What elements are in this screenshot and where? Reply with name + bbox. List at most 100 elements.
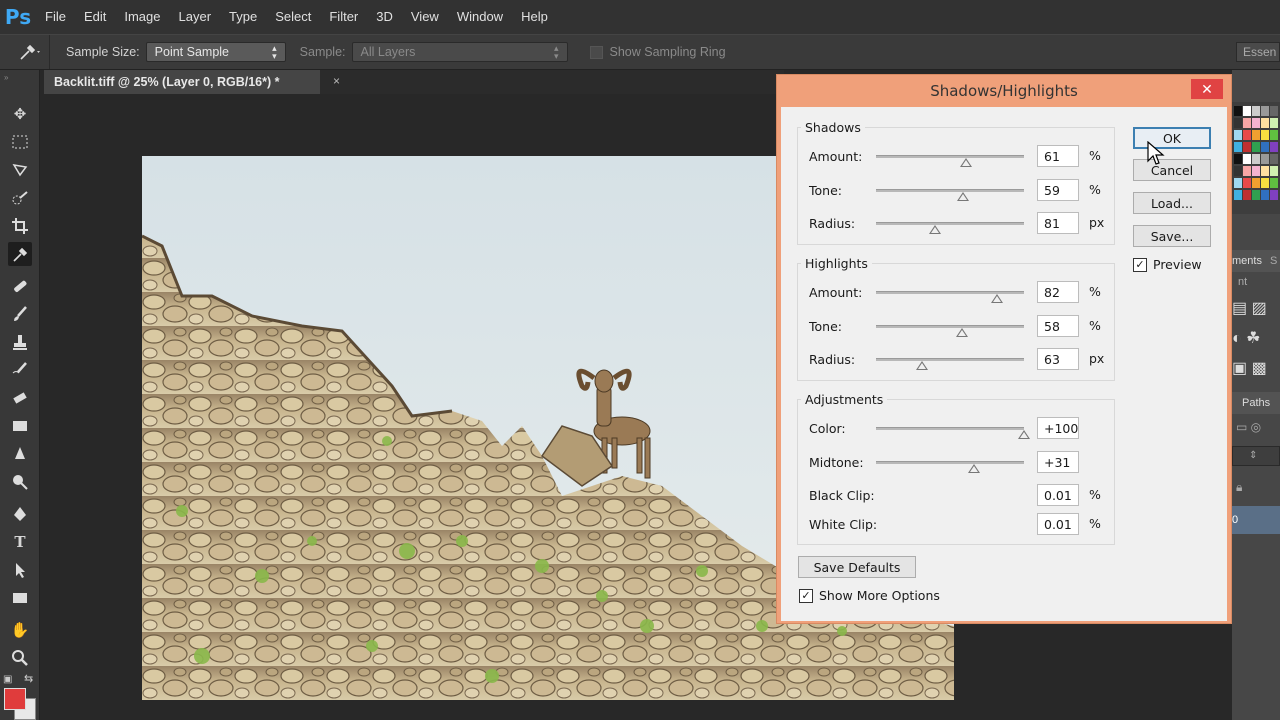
cancel-button[interactable]: Cancel (1133, 159, 1211, 181)
show-sampling-ring-checkbox[interactable] (589, 45, 603, 59)
slider-thumb[interactable] (960, 158, 973, 167)
menu-layer[interactable]: Layer (170, 0, 221, 34)
adjustments-tab-label: ments (1232, 255, 1262, 267)
menu-image[interactable]: Image (115, 0, 169, 34)
swap-colors-icon[interactable]: ⇆ (24, 672, 33, 685)
dodge-tool-icon[interactable] (8, 470, 32, 494)
marquee-tool-icon[interactable] (8, 130, 32, 154)
slider-thumb[interactable] (1018, 430, 1030, 439)
color-input[interactable]: +100 (1037, 417, 1079, 439)
layer-filter-icons[interactable]: ▭ ◎ (1236, 420, 1261, 434)
color-swatch (1270, 190, 1278, 200)
adjustment-icons-3[interactable]: ▣ ▩ (1232, 358, 1267, 378)
blur-tool-icon[interactable] (8, 442, 32, 466)
menu-filter[interactable]: Filter (320, 0, 367, 34)
lasso-tool-icon[interactable] (8, 158, 32, 182)
highlights-tone-input[interactable]: 58 (1037, 315, 1079, 337)
move-tool-icon[interactable]: ✥ (8, 102, 32, 126)
shadows-tone-input[interactable]: 59 (1037, 179, 1079, 201)
load-button[interactable]: Load... (1133, 192, 1211, 214)
show-more-options-checkbox[interactable]: ✓ (799, 588, 813, 603)
foreground-color-swatch[interactable] (4, 688, 26, 710)
slider-thumb[interactable] (967, 464, 980, 473)
rectangle-tool-icon[interactable] (8, 586, 32, 610)
collapse-toolbar-icon[interactable]: » (4, 73, 8, 82)
workspace-switcher[interactable]: Essen (1236, 42, 1280, 62)
show-more-options-control[interactable]: ✓ Show More Options (799, 588, 940, 603)
type-tool-icon[interactable]: T (8, 530, 32, 554)
highlights-radius-input[interactable]: 63 (1037, 348, 1079, 370)
slider-thumb[interactable] (915, 361, 928, 370)
shadows-group-title: Shadows (801, 120, 865, 135)
highlights-tone-slider[interactable] (876, 325, 1024, 337)
hand-tool-icon[interactable]: ✋ (8, 618, 32, 642)
preview-checkbox[interactable]: ✓ (1133, 257, 1147, 272)
eyedropper-tool-icon[interactable] (8, 242, 32, 266)
shadows-radius-input[interactable]: 81 (1037, 212, 1079, 234)
dialog-close-button[interactable]: ✕ (1191, 79, 1223, 99)
brush-tool-icon[interactable] (8, 302, 32, 326)
pen-tool-icon[interactable] (8, 502, 32, 526)
color-swatch (1252, 190, 1260, 200)
highlights-amount-unit: % (1089, 284, 1101, 299)
menu-view[interactable]: View (402, 0, 448, 34)
color-slider[interactable] (876, 427, 1030, 439)
color-row: Color: +100 (809, 416, 1119, 440)
menu-edit[interactable]: Edit (75, 0, 115, 34)
save-defaults-button[interactable]: Save Defaults (798, 556, 916, 578)
document-tab[interactable]: Backlit.tiff @ 25% (Layer 0, RGB/16*) * … (44, 70, 340, 94)
adjustments-group-title: Adjustments (801, 392, 888, 407)
shadows-radius-slider[interactable] (876, 222, 1024, 234)
default-colors-icon[interactable]: ▣ (3, 674, 12, 685)
menu-type[interactable]: Type (220, 0, 266, 34)
slider-thumb[interactable] (955, 328, 968, 337)
zoom-tool-icon[interactable] (8, 646, 32, 670)
black-clip-input[interactable]: 0.01 (1037, 484, 1079, 506)
sample-size-select[interactable]: Point Sample ▴ ▾ (145, 42, 286, 62)
adjustment-icons-2[interactable]: ◐ ☘ (1232, 328, 1260, 348)
history-brush-tool-icon[interactable] (8, 358, 32, 382)
slider-thumb[interactable] (929, 225, 942, 234)
color-swatch (1270, 130, 1278, 140)
highlights-amount-input[interactable]: 82 (1037, 281, 1079, 303)
ok-button[interactable]: OK (1133, 127, 1211, 149)
preview-control[interactable]: ✓ Preview (1133, 257, 1202, 272)
menu-window[interactable]: Window (448, 0, 512, 34)
layer-row-selected[interactable]: 0 (1232, 506, 1280, 534)
sample-select[interactable]: All Layers ▴ ▾ (351, 42, 568, 62)
healing-brush-tool-icon[interactable] (8, 274, 32, 298)
path-selection-tool-icon[interactable] (8, 558, 32, 582)
slider-thumb[interactable] (991, 294, 1004, 303)
slider-thumb[interactable] (957, 192, 970, 201)
midtone-slider[interactable] (876, 461, 1024, 473)
save-button[interactable]: Save... (1133, 225, 1211, 247)
color-swatch (1243, 166, 1251, 176)
crop-tool-icon[interactable] (8, 214, 32, 238)
swatches-grid[interactable] (1232, 102, 1280, 214)
black-clip-unit: % (1089, 487, 1101, 502)
clone-stamp-tool-icon[interactable] (8, 330, 32, 354)
eyedropper-preset-icon[interactable] (10, 35, 50, 69)
lock-icon[interactable]: 🔒︎ (1236, 480, 1242, 495)
shadows-amount-input[interactable]: 61 (1037, 145, 1079, 167)
highlights-radius-slider[interactable] (876, 358, 1024, 370)
quick-selection-tool-icon[interactable] (8, 186, 32, 210)
adjustments-panel-tab[interactable]: ments S (1232, 250, 1280, 272)
midtone-input[interactable]: +31 (1037, 451, 1079, 473)
menu-3d[interactable]: 3D (367, 0, 402, 34)
adjustment-icons[interactable]: ▤ ▨ (1232, 298, 1267, 318)
menu-bar: Ps File Edit Image Layer Type Select Fil… (0, 0, 1280, 34)
highlights-amount-slider[interactable] (876, 291, 1024, 303)
menu-select[interactable]: Select (266, 0, 320, 34)
shadows-tone-slider[interactable] (876, 189, 1024, 201)
menu-help[interactable]: Help (512, 0, 557, 34)
blend-mode-select[interactable]: ⇕ (1232, 446, 1280, 466)
shadows-amount-slider[interactable] (876, 155, 1024, 167)
white-clip-input[interactable]: 0.01 (1037, 513, 1079, 535)
gradient-tool-icon[interactable] (8, 414, 32, 438)
swatches-panel[interactable] (1232, 102, 1280, 214)
menu-file[interactable]: File (36, 0, 75, 34)
paths-panel-tab[interactable]: Paths (1232, 392, 1280, 414)
eraser-tool-icon[interactable] (8, 386, 32, 410)
close-tab-icon[interactable]: × (333, 74, 340, 88)
